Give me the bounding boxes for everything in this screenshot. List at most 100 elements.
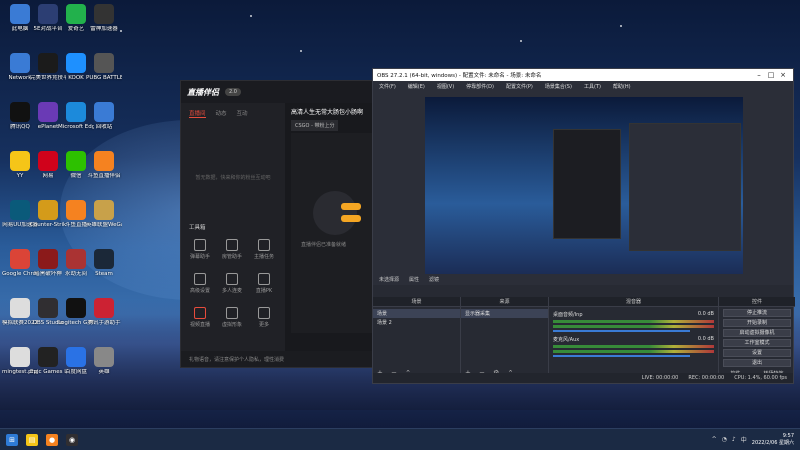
desktop-icon[interactable]: Steam: [86, 249, 122, 278]
pubg-icon: [94, 53, 114, 73]
uu-icon: [10, 200, 30, 220]
file-explorer-icon[interactable]: ▤: [26, 433, 38, 446]
toolbox-item[interactable]: 主播任务: [251, 239, 277, 260]
menu-item[interactable]: 视图(V): [437, 83, 454, 90]
obs-titlebar: OBS 27.2.1 (64-bit, windows) - 配置文件: 未命名…: [373, 69, 793, 81]
menu-item[interactable]: 配置文件(P): [506, 83, 533, 90]
toolbox-item[interactable]: 更多: [251, 307, 277, 328]
clock-date: 2022/2/06 星期六: [751, 439, 794, 446]
tool-label: 主播任务: [253, 254, 274, 260]
filters-button[interactable]: 滤镜: [429, 276, 439, 283]
control-button[interactable]: 开始录制: [723, 319, 791, 327]
desktop-icon[interactable]: 雷神加速器: [86, 4, 122, 33]
menu-item[interactable]: 编辑(E): [408, 83, 425, 90]
douyu-live-icon: [66, 200, 86, 220]
control-button[interactable]: 工作室模式: [723, 339, 791, 347]
menu-item[interactable]: 工具(T): [584, 83, 601, 90]
start-icon[interactable]: ⊞: [6, 433, 18, 446]
desktop-icon[interactable]: 斗鱼直播伴侣: [86, 151, 122, 180]
language-indicator[interactable]: 中: [741, 435, 747, 444]
desktop-icon[interactable]: 腾讯手游助手: [86, 298, 122, 327]
obs-statusbar: LIVE: 00:00:00 REC: 00:00:00 CPU: 1.4%, …: [373, 373, 793, 383]
volume-meter: [553, 350, 714, 353]
menu-item[interactable]: 帮助(H): [613, 83, 631, 90]
controls-dock: 控件 停止推流开始录制启动虚拟摄像机工作室模式设置退出 控件 转场特效: [719, 297, 795, 379]
toolbox-item[interactable]: 弹幕助手: [187, 239, 213, 260]
game-icon: [10, 298, 30, 318]
desktop-icon-label: 雷神加速器: [90, 26, 118, 32]
control-button[interactable]: 停止推流: [723, 309, 791, 317]
game-label[interactable]: CSGO - 带粉上分: [291, 120, 339, 131]
properties-button[interactable]: 属性: [409, 276, 419, 283]
clock[interactable]: 9:57 2022/2/06 星期六: [752, 433, 794, 447]
volume-meter: [553, 325, 714, 328]
desktop-icon-label: PUBG BATTLEGR...: [86, 75, 122, 81]
tab-interact[interactable]: 互动: [237, 109, 248, 118]
desktop-icon-label: 腾讯手游助手: [87, 320, 121, 326]
obs-menubar: 文件(F) 编辑(E) 视图(V) 停靠部件(D) 配置文件(P) 场景集合(S) 工具(T…: [373, 81, 793, 91]
tool-label: 直播PK: [255, 288, 273, 294]
iqiyi-icon: [66, 4, 86, 24]
source-item[interactable]: 显示器采集: [461, 309, 548, 318]
tab-dynamic[interactable]: 动态: [216, 109, 227, 118]
douyu-taskbar-icon[interactable]: ●: [46, 433, 58, 446]
obs-taskbar-icon[interactable]: ◉: [66, 433, 78, 446]
desktop-icon[interactable]: 英雄: [86, 347, 122, 376]
controls-header: 控件: [719, 297, 795, 307]
game-selector[interactable]: CSGO - 带粉上分: [291, 120, 373, 131]
volume-slider[interactable]: [553, 355, 690, 357]
desktop-icon[interactable]: 英雄联盟WeGame版: [86, 200, 122, 229]
toggle-off[interactable]: [341, 215, 361, 222]
menu-item[interactable]: 文件(F): [379, 83, 396, 90]
scene-item[interactable]: 场景: [373, 309, 460, 318]
desktop-icon-label: Steam: [95, 271, 113, 277]
tool-label: 高级设置: [189, 288, 210, 294]
tab-live-room[interactable]: 直播间: [189, 109, 206, 118]
stream-title[interactable]: 高清人生无常大肠包小肠啊: [285, 103, 379, 118]
edge-icon: [66, 102, 86, 122]
toolbox-item[interactable]: 视频直播: [187, 307, 213, 328]
desktop-icon-label: 英雄: [98, 369, 110, 375]
tool-icon: [194, 273, 206, 285]
obs-preview[interactable]: [425, 97, 743, 275]
control-button[interactable]: 退出: [723, 359, 791, 367]
preview-obs-window: [629, 123, 741, 251]
minimize-button[interactable]: –: [753, 71, 765, 79]
close-button[interactable]: ×: [777, 71, 789, 79]
mixer-name: 麦克风/Aux: [553, 337, 580, 343]
companion-footer: 礼物语音，请注意保护个人隐私，理性消费: [181, 351, 379, 367]
menu-item[interactable]: 停靠部件(D): [466, 83, 494, 90]
toolbox-item[interactable]: 虚拟形象: [219, 307, 245, 328]
steam-icon: [94, 249, 114, 269]
toolbox-item[interactable]: 直播PK: [251, 273, 277, 294]
toolbox-item[interactable]: 多人连麦: [219, 273, 245, 294]
menu-item[interactable]: 场景集合(S): [545, 83, 572, 90]
volume-tray-icon[interactable]: ♪: [732, 436, 736, 443]
toolbox-item[interactable]: 房管助手: [219, 239, 245, 260]
preview-companion-window: [553, 129, 621, 239]
volume-meter: [553, 345, 714, 348]
chrome-icon: [10, 249, 30, 269]
network-tray-icon[interactable]: ◔: [722, 436, 727, 443]
control-button[interactable]: 设置: [723, 349, 791, 357]
tool-icon: [226, 273, 238, 285]
toggle-on[interactable]: [341, 203, 361, 210]
desktop-icon[interactable]: PUBG BATTLEGR...: [86, 53, 122, 82]
qq-icon: [10, 102, 30, 122]
chevron-up-icon[interactable]: ^: [712, 436, 717, 443]
mixer-row: 麦克风/Aux 0.0 dB: [549, 334, 718, 359]
companion-window[interactable]: 直播伴侣 2.0 直播间 动态 互动 暂无数据，快来和你的粉丝互动吧 工具箱 弹…: [180, 80, 380, 368]
volume-slider[interactable]: [553, 330, 690, 332]
leishen-icon: [94, 4, 114, 24]
taskbar: ⊞ ▤ ● ◉ ^ ◔ ♪ 中 9:57 2022/2/06 星期六: [0, 428, 800, 450]
desktop-icon[interactable]: 回收站: [86, 102, 122, 131]
maximize-button[interactable]: □: [765, 71, 777, 79]
scene-item[interactable]: 场景 2: [373, 318, 460, 327]
tool-label: 虚拟形象: [221, 322, 242, 328]
toolbox-item[interactable]: 高级设置: [187, 273, 213, 294]
companion-header: 直播伴侣 2.0: [181, 81, 379, 103]
obs-window[interactable]: OBS 27.2.1 (64-bit, windows) - 配置文件: 未命名…: [372, 68, 795, 384]
live-status: LIVE: 00:00:00: [641, 375, 679, 381]
rec-status: REC: 00:00:00: [688, 375, 725, 381]
control-button[interactable]: 启动虚拟摄像机: [723, 329, 791, 337]
